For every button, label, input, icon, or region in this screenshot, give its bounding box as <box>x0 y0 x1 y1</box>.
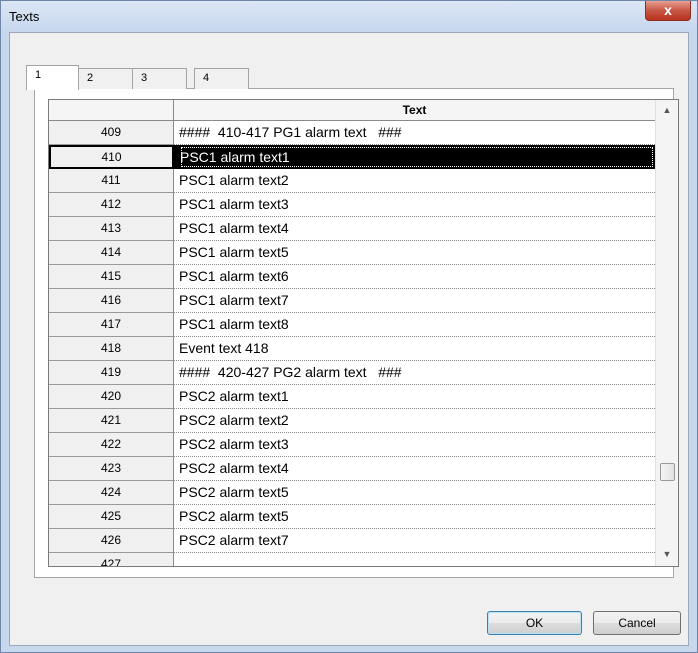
text-cell-value: PSC1 alarm text5 <box>179 244 289 260</box>
text-cell-value: PSC1 alarm text3 <box>179 196 289 212</box>
text-cell-value: PSC2 alarm text5 <box>179 484 289 500</box>
table-row[interactable]: 413 PSC1 alarm text4 <box>49 217 655 241</box>
text-cell[interactable]: PSC2 alarm text2 <box>174 409 655 433</box>
text-cell[interactable]: PSC1 alarm text7 <box>174 289 655 313</box>
text-cell[interactable]: PSC2 alarm text4 <box>174 457 655 481</box>
text-cell-value: PSC1 alarm text6 <box>179 268 289 284</box>
row-number-cell[interactable]: 427 <box>49 553 174 566</box>
close-icon: x <box>664 2 672 18</box>
text-cell[interactable]: #### 420-427 PG2 alarm text ### <box>174 361 655 385</box>
title-bar[interactable]: Texts x <box>1 1 697 32</box>
ok-button[interactable]: OK <box>487 611 582 635</box>
row-number-cell[interactable]: 426 <box>49 529 174 553</box>
text-cell[interactable]: PSC1 alarm text3 <box>174 193 655 217</box>
row-number-cell[interactable]: 419 <box>49 361 174 385</box>
text-column-header[interactable]: Text <box>174 100 655 121</box>
text-cell-value: PSC2 alarm text1 <box>179 388 289 404</box>
text-cell[interactable]: PSC2 alarm text3 <box>174 433 655 457</box>
table-row[interactable]: 422 PSC2 alarm text3 <box>49 433 655 457</box>
row-number-cell[interactable]: 420 <box>49 385 174 409</box>
table-row[interactable]: 417 PSC1 alarm text8 <box>49 313 655 337</box>
table-row[interactable]: 419 #### 420-427 PG2 alarm text ### <box>49 361 655 385</box>
table-row[interactable]: 423 PSC2 alarm text4 <box>49 457 655 481</box>
table-row[interactable]: 420 PSC2 alarm text1 <box>49 385 655 409</box>
window-title: Texts <box>9 9 40 24</box>
text-grid[interactable]: Text 409 #### 410-417 PG1 alarm text ### 4… <box>48 99 679 567</box>
tab-3[interactable]: 3 <box>132 68 187 89</box>
text-cell-value: PSC2 alarm text5 <box>179 508 289 524</box>
cancel-button[interactable]: Cancel <box>593 611 681 635</box>
text-cell[interactable]: #### 410-417 PG1 alarm text ### <box>174 121 655 145</box>
row-number-cell[interactable]: 412 <box>49 193 174 217</box>
text-cell-value: PSC2 alarm text7 <box>179 532 289 548</box>
text-cell-value: PSC1 alarm text8 <box>179 316 289 332</box>
tab-1-label: 1 <box>35 69 42 81</box>
scroll-up-arrow-icon[interactable]: ▲ <box>656 100 678 120</box>
table-row[interactable]: 410 PSC1 alarm text1 <box>49 145 655 169</box>
tab-4[interactable]: 4 <box>194 68 249 89</box>
text-cell-value: PSC2 alarm text4 <box>179 460 289 476</box>
text-cell[interactable]: PSC1 alarm text1 <box>174 145 655 169</box>
text-cell[interactable]: PSC1 alarm text5 <box>174 241 655 265</box>
tab-3-label: 3 <box>141 72 148 84</box>
text-cell-value: #### 410-417 PG1 alarm text ### <box>179 124 402 140</box>
text-cell-value: #### 420-427 PG2 alarm text ### <box>179 364 402 380</box>
scroll-down-arrow-icon[interactable]: ▼ <box>656 544 678 564</box>
table-row[interactable]: 412 PSC1 alarm text3 <box>49 193 655 217</box>
table-row[interactable]: 409 #### 410-417 PG1 alarm text ### <box>49 121 655 145</box>
table-row[interactable]: 418 Event text 418 <box>49 337 655 361</box>
row-number-cell[interactable]: 418 <box>49 337 174 361</box>
table-row[interactable]: 427 <box>49 553 655 566</box>
row-number-cell[interactable]: 425 <box>49 505 174 529</box>
scroll-thumb[interactable] <box>660 463 675 481</box>
grid-header: Text <box>49 100 655 121</box>
text-cell[interactable]: PSC2 alarm text1 <box>174 385 655 409</box>
close-button[interactable]: x <box>645 1 691 21</box>
tab-1[interactable]: 1 <box>26 65 79 90</box>
text-cell-value: PSC1 alarm text2 <box>179 172 289 188</box>
text-cell[interactable]: PSC1 alarm text8 <box>174 313 655 337</box>
text-cell-value: PSC2 alarm text2 <box>179 412 289 428</box>
table-row[interactable]: 415 PSC1 alarm text6 <box>49 265 655 289</box>
text-cell-value: Event text 418 <box>179 340 269 356</box>
text-cell[interactable]: PSC1 alarm text4 <box>174 217 655 241</box>
table-row[interactable]: 424 PSC2 alarm text5 <box>49 481 655 505</box>
table-row[interactable]: 411 PSC1 alarm text2 <box>49 169 655 193</box>
tab-2[interactable]: 2 <box>78 68 133 89</box>
text-cell[interactable] <box>174 553 655 566</box>
vertical-scrollbar[interactable]: ▲ ▼ <box>655 100 678 566</box>
table-row[interactable]: 421 PSC2 alarm text2 <box>49 409 655 433</box>
row-number-cell[interactable]: 416 <box>49 289 174 313</box>
text-cell-value: PSC1 alarm text7 <box>179 292 289 308</box>
row-number-cell[interactable]: 423 <box>49 457 174 481</box>
text-cell[interactable]: PSC2 alarm text5 <box>174 505 655 529</box>
text-cell[interactable]: PSC2 alarm text5 <box>174 481 655 505</box>
row-number-cell[interactable]: 421 <box>49 409 174 433</box>
row-number-cell[interactable]: 411 <box>49 169 174 193</box>
text-cell[interactable]: PSC1 alarm text6 <box>174 265 655 289</box>
row-number-cell[interactable]: 414 <box>49 241 174 265</box>
tab-4-label: 4 <box>203 72 210 84</box>
row-number-cell[interactable]: 413 <box>49 217 174 241</box>
table-row[interactable]: 426 PSC2 alarm text7 <box>49 529 655 553</box>
text-cell[interactable]: PSC1 alarm text2 <box>174 169 655 193</box>
text-cell[interactable]: Event text 418 <box>174 337 655 361</box>
table-row[interactable]: 414 PSC1 alarm text5 <box>49 241 655 265</box>
text-cell[interactable]: PSC2 alarm text7 <box>174 529 655 553</box>
table-row[interactable]: 416 PSC1 alarm text7 <box>49 289 655 313</box>
table-row[interactable]: 425 PSC2 alarm text5 <box>49 505 655 529</box>
row-number-cell[interactable]: 422 <box>49 433 174 457</box>
row-number-cell[interactable]: 409 <box>49 121 174 145</box>
text-cell-value: PSC1 alarm text1 <box>180 146 654 168</box>
row-number-cell[interactable]: 417 <box>49 313 174 337</box>
tab-2-label: 2 <box>87 72 94 84</box>
text-cell-value: PSC2 alarm text3 <box>179 436 289 452</box>
row-number-cell[interactable]: 415 <box>49 265 174 289</box>
grid-rows: 409 #### 410-417 PG1 alarm text ### 410 PSC… <box>49 121 655 566</box>
row-number-cell[interactable]: 410 <box>49 145 174 169</box>
text-cell-value: PSC1 alarm text4 <box>179 220 289 236</box>
row-number-header <box>49 100 174 121</box>
row-number-cell[interactable]: 424 <box>49 481 174 505</box>
